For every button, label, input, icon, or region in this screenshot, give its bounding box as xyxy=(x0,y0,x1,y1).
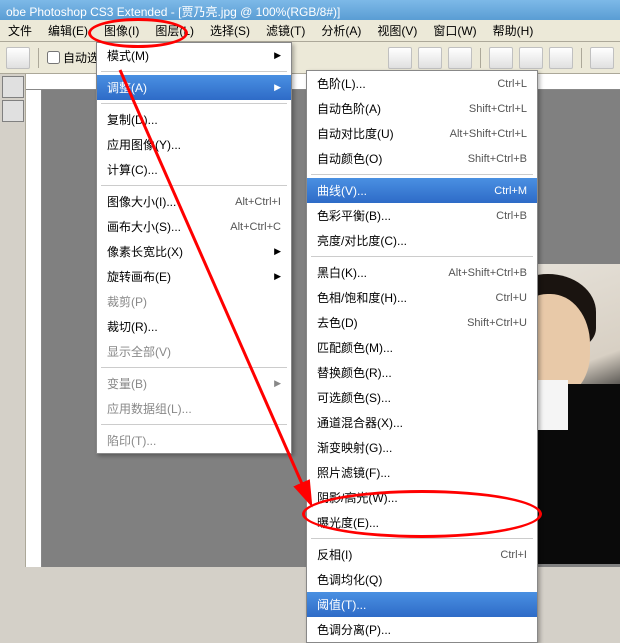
menu-trim[interactable]: 裁切(R)... xyxy=(97,314,291,339)
menu-brightness-contrast[interactable]: 亮度/对比度(C)... xyxy=(307,228,537,253)
menu-invert[interactable]: 反相(I)Ctrl+I xyxy=(307,542,537,567)
menu-help[interactable]: 帮助(H) xyxy=(489,20,538,41)
menu-curves[interactable]: 曲线(V)...Ctrl+M xyxy=(307,178,537,203)
submenu-arrow-icon: ▶ xyxy=(274,246,281,257)
menu-apply-dataset: 应用数据组(L)... xyxy=(97,396,291,421)
tools-palette xyxy=(0,74,26,567)
menu-reveal-all: 显示全部(V) xyxy=(97,339,291,364)
menu-exposure[interactable]: 曝光度(E)... xyxy=(307,510,537,535)
menu-auto-color[interactable]: 自动颜色(O)Shift+Ctrl+B xyxy=(307,146,537,171)
menu-bar: 文件 编辑(E) 图像(I) 图层(L) 选择(S) 滤镜(T) 分析(A) 视… xyxy=(0,20,620,42)
menu-separator xyxy=(101,103,287,104)
menu-edit[interactable]: 编辑(E) xyxy=(44,20,92,41)
menu-shadow-highlight[interactable]: 阴影/高光(W)... xyxy=(307,485,537,510)
menu-analyze[interactable]: 分析(A) xyxy=(317,20,365,41)
menu-apply-image[interactable]: 应用图像(Y)... xyxy=(97,132,291,157)
menu-duplicate[interactable]: 复制(D)... xyxy=(97,107,291,132)
menu-layer[interactable]: 图层(L) xyxy=(151,20,198,41)
menu-selective-color[interactable]: 可选颜色(S)... xyxy=(307,385,537,410)
tool-preset-button[interactable] xyxy=(6,47,30,69)
menu-separator xyxy=(101,185,287,186)
align-button[interactable] xyxy=(388,47,412,69)
menu-mode[interactable]: 模式(M)▶ xyxy=(97,43,291,68)
menu-match-color[interactable]: 匹配颜色(M)... xyxy=(307,335,537,360)
menu-threshold[interactable]: 阈值(T)... xyxy=(307,592,537,617)
menu-color-balance[interactable]: 色彩平衡(B)...Ctrl+B xyxy=(307,203,537,228)
align-button[interactable] xyxy=(448,47,472,69)
menu-posterize[interactable]: 色调分离(P)... xyxy=(307,617,537,642)
menu-file[interactable]: 文件 xyxy=(4,20,36,41)
menu-separator xyxy=(311,174,533,175)
menu-view[interactable]: 视图(V) xyxy=(373,20,421,41)
menu-gradient-map[interactable]: 渐变映射(G)... xyxy=(307,435,537,460)
menu-window[interactable]: 窗口(W) xyxy=(429,20,480,41)
adjustments-submenu: 色阶(L)...Ctrl+L 自动色阶(A)Shift+Ctrl+L 自动对比度… xyxy=(306,70,538,643)
ruler-vertical xyxy=(26,90,42,567)
menu-variables: 变量(B)▶ xyxy=(97,371,291,396)
menu-photo-filter[interactable]: 照片滤镜(F)... xyxy=(307,460,537,485)
menu-separator xyxy=(101,367,287,368)
menu-canvas-size[interactable]: 画布大小(S)...Alt+Ctrl+C xyxy=(97,214,291,239)
menu-image-size[interactable]: 图像大小(I)...Alt+Ctrl+I xyxy=(97,189,291,214)
menu-channel-mixer[interactable]: 通道混合器(X)... xyxy=(307,410,537,435)
menu-crop: 裁剪(P) xyxy=(97,289,291,314)
menu-image[interactable]: 图像(I) xyxy=(100,20,143,41)
tool-button[interactable] xyxy=(2,100,24,122)
image-menu-dropdown: 模式(M)▶ 调整(A)▶ 复制(D)... 应用图像(Y)... 计算(C).… xyxy=(96,42,292,454)
separator xyxy=(38,48,39,68)
menu-separator xyxy=(311,538,533,539)
menu-pixel-aspect[interactable]: 像素长宽比(X)▶ xyxy=(97,239,291,264)
menu-select[interactable]: 选择(S) xyxy=(206,20,254,41)
menu-levels[interactable]: 色阶(L)...Ctrl+L xyxy=(307,71,537,96)
menu-filter[interactable]: 滤镜(T) xyxy=(262,20,309,41)
separator xyxy=(480,48,481,68)
auto-select-cb[interactable] xyxy=(47,51,60,64)
menu-calculations[interactable]: 计算(C)... xyxy=(97,157,291,182)
menu-equalize[interactable]: 色调均化(Q) xyxy=(307,567,537,592)
align-button[interactable] xyxy=(418,47,442,69)
submenu-arrow-icon: ▶ xyxy=(274,271,281,282)
separator xyxy=(581,48,582,68)
distribute-button[interactable] xyxy=(489,47,513,69)
menu-separator xyxy=(311,256,533,257)
menu-black-white[interactable]: 黑白(K)...Alt+Shift+Ctrl+B xyxy=(307,260,537,285)
menu-separator xyxy=(101,424,287,425)
distribute-button[interactable] xyxy=(549,47,573,69)
tool-button[interactable] xyxy=(2,76,24,98)
menu-desaturate[interactable]: 去色(D)Shift+Ctrl+U xyxy=(307,310,537,335)
distribute-button[interactable] xyxy=(519,47,543,69)
submenu-arrow-icon: ▶ xyxy=(274,50,281,61)
title-bar: obe Photoshop CS3 Extended - [贾乃亮.jpg @ … xyxy=(0,0,620,20)
menu-adjustments[interactable]: 调整(A)▶ xyxy=(97,75,291,100)
menu-trap: 陷印(T)... xyxy=(97,428,291,453)
menu-auto-contrast[interactable]: 自动对比度(U)Alt+Shift+Ctrl+L xyxy=(307,121,537,146)
menu-separator xyxy=(101,71,287,72)
menu-hue-saturation[interactable]: 色相/饱和度(H)...Ctrl+U xyxy=(307,285,537,310)
menu-auto-levels[interactable]: 自动色阶(A)Shift+Ctrl+L xyxy=(307,96,537,121)
menu-rotate-canvas[interactable]: 旋转画布(E)▶ xyxy=(97,264,291,289)
menu-replace-color[interactable]: 替换颜色(R)... xyxy=(307,360,537,385)
submenu-arrow-icon: ▶ xyxy=(274,378,281,389)
app-title: obe Photoshop CS3 Extended - [贾乃亮.jpg @ … xyxy=(6,5,340,19)
distribute-button[interactable] xyxy=(590,47,614,69)
submenu-arrow-icon: ▶ xyxy=(274,82,281,93)
